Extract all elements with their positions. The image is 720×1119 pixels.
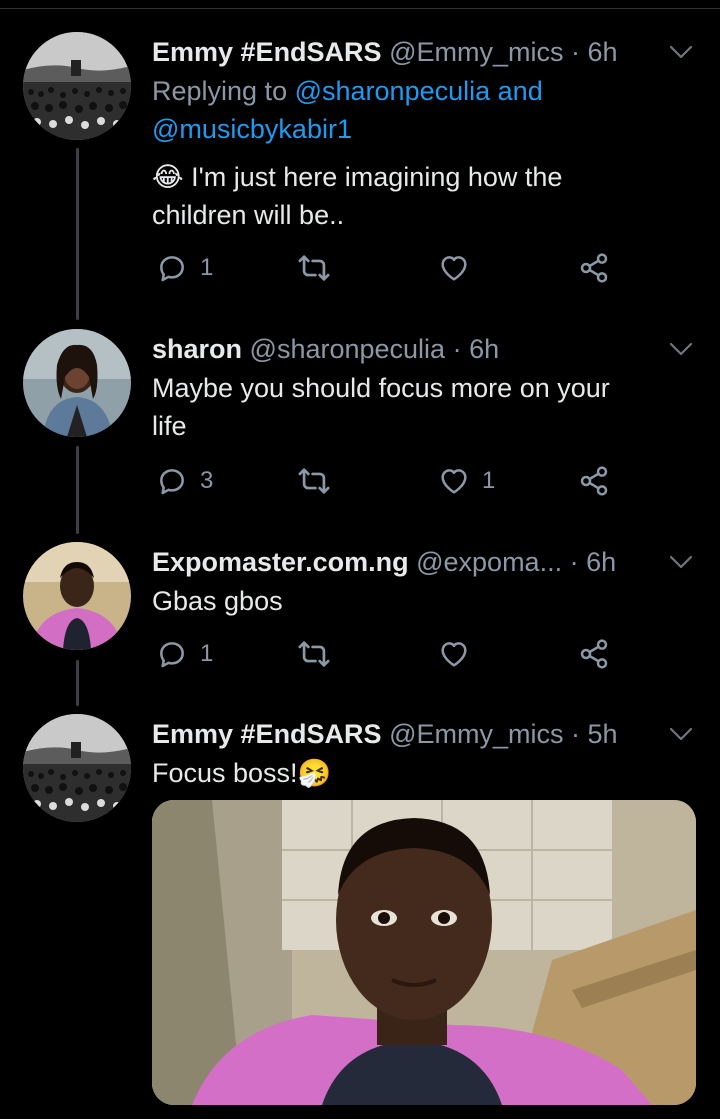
reply-button[interactable]: 3: [156, 461, 213, 501]
like-button[interactable]: 1: [438, 461, 495, 501]
retweet-button[interactable]: [297, 461, 343, 501]
reply-bubble-icon: [156, 252, 188, 284]
timestamp[interactable]: 6h: [588, 37, 618, 67]
share-button[interactable]: [578, 634, 610, 674]
chevron-down-icon[interactable]: [666, 722, 696, 746]
reply-count: 3: [200, 467, 214, 494]
thread-line: [76, 446, 79, 534]
tweet-photo[interactable]: [152, 800, 696, 1105]
tweet-text-line: Focus boss!: [152, 758, 298, 788]
avatar[interactable]: [23, 32, 131, 140]
photo-image: [152, 800, 696, 1105]
timestamp[interactable]: 6h: [469, 334, 499, 364]
retweet-icon: [297, 637, 331, 671]
heart-icon: [438, 252, 470, 284]
tweet-actions: 1: [152, 248, 622, 288]
share-icon: [578, 638, 610, 670]
tweet-text: Focus boss!🤧: [152, 754, 696, 792]
tweet-actions: 3 1: [152, 461, 622, 501]
chevron-down-icon[interactable]: [666, 337, 696, 361]
heart-icon: [438, 638, 470, 670]
display-name[interactable]: Emmy #EndSARS: [152, 719, 382, 749]
tweet-header: sharon @sharonpeculia · 6h: [152, 329, 696, 369]
retweet-button[interactable]: [297, 634, 343, 674]
avatar-image: [23, 329, 131, 437]
retweet-icon: [297, 251, 331, 285]
reply-count: 1: [200, 254, 214, 281]
display-name[interactable]: Emmy #EndSARS: [152, 37, 382, 67]
top-divider: [0, 8, 720, 9]
mention-link[interactable]: @sharonpeculia: [295, 76, 491, 106]
avatar-image: [23, 714, 131, 822]
display-name[interactable]: sharon: [152, 334, 242, 364]
chevron-down-icon[interactable]: [666, 40, 696, 64]
share-button[interactable]: [578, 248, 610, 288]
reply-button[interactable]: 1: [156, 634, 213, 674]
chevron-down-icon[interactable]: [666, 550, 696, 574]
tweet-header: Emmy #EndSARS @Emmy_mics · 5h: [152, 714, 696, 754]
replying-and: and: [497, 76, 543, 106]
timestamp[interactable]: 5h: [588, 719, 618, 749]
separator-dot: ·: [571, 719, 581, 749]
emoji: 😂: [152, 162, 184, 192]
avatar[interactable]: [23, 542, 131, 650]
reply-count: 1: [200, 640, 214, 667]
avatar[interactable]: [23, 714, 131, 822]
reply-button[interactable]: 1: [156, 248, 213, 288]
share-button[interactable]: [578, 461, 610, 501]
tweet-content: Emmy #EndSARS @Emmy_mics · 5h Focus boss…: [152, 714, 696, 792]
tweet-text-line: I'm just here imagining how the: [191, 162, 563, 192]
avatar[interactable]: [23, 329, 131, 437]
reply-bubble-icon: [156, 465, 188, 497]
tweet-header: Emmy #EndSARS @Emmy_mics · 6h: [152, 32, 696, 72]
like-button[interactable]: [438, 248, 482, 288]
separator-dot: ·: [571, 37, 581, 67]
thread-line: [76, 148, 79, 320]
avatar-image: [23, 32, 131, 140]
heart-icon: [438, 465, 470, 497]
separator-dot: ·: [452, 334, 462, 364]
tweet-text-line: life: [152, 411, 187, 441]
replying-to: Replying to @sharonpeculia and @musicbyk…: [152, 72, 696, 148]
thread-line: [76, 660, 79, 706]
tweet-text: Maybe you should focus more on your life: [152, 369, 696, 445]
share-icon: [578, 252, 610, 284]
reply-bubble-icon: [156, 638, 188, 670]
mention-link[interactable]: @musicbykabir1: [152, 114, 352, 144]
avatar-image: [23, 542, 131, 650]
like-count: 1: [482, 467, 496, 494]
tweet-actions: 1: [152, 634, 622, 674]
user-handle[interactable]: @sharonpeculia: [250, 334, 446, 364]
retweet-button[interactable]: [297, 248, 343, 288]
share-icon: [578, 465, 610, 497]
user-handle[interactable]: @expoma...: [416, 547, 562, 577]
tweet-content: sharon @sharonpeculia · 6h Maybe you sho…: [152, 329, 696, 445]
user-handle[interactable]: @Emmy_mics: [389, 37, 563, 67]
like-button[interactable]: [438, 634, 482, 674]
user-handle[interactable]: @Emmy_mics: [389, 719, 563, 749]
tweet-text-line: Maybe you should focus more on your: [152, 373, 610, 403]
display-name[interactable]: Expomaster.com.ng: [152, 547, 409, 577]
tweet-content: Expomaster.com.ng @expoma... · 6h Gbas g…: [152, 542, 696, 620]
tweet-content: Emmy #EndSARS @Emmy_mics · 6h Replying t…: [152, 32, 696, 234]
separator-dot: ·: [569, 547, 579, 577]
emoji: 🤧: [297, 758, 332, 788]
tweet-text: 😂 I'm just here imagining how the childr…: [152, 158, 696, 234]
retweet-icon: [297, 464, 331, 498]
tweet-text: Gbas gbos: [152, 582, 696, 620]
tweet-text-line: Gbas gbos: [152, 586, 283, 616]
tweet-header: Expomaster.com.ng @expoma... · 6h: [152, 542, 696, 582]
replying-prefix: Replying to: [152, 76, 288, 106]
tweet-text-line: children will be..: [152, 200, 345, 230]
timestamp[interactable]: 6h: [586, 547, 616, 577]
